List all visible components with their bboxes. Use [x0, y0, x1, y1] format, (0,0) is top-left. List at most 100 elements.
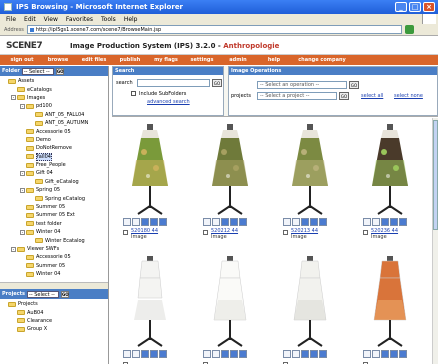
projects-select[interactable]: -- Select -- — [27, 290, 60, 298]
product-thumbnail[interactable] — [206, 124, 254, 216]
menu-help[interactable]: Help — [124, 16, 138, 23]
edit-icon[interactable] — [141, 218, 149, 226]
scrollbar-thumb[interactable] — [433, 120, 438, 230]
edit-icon[interactable] — [381, 218, 389, 226]
advanced-search-link[interactable]: advanced search — [147, 99, 190, 105]
flag-icon[interactable] — [239, 350, 247, 358]
info-icon[interactable] — [292, 350, 300, 358]
folder-tree-node[interactable]: Gift_eCatalog — [2, 178, 108, 186]
publish-icon[interactable] — [150, 218, 158, 226]
maximize-icon[interactable]: □ — [409, 2, 421, 12]
image-card[interactable] — [118, 252, 182, 364]
folder-tree-node[interactable]: - Spring 05 — [2, 186, 108, 194]
info-icon[interactable] — [132, 218, 140, 226]
info-icon[interactable] — [372, 218, 380, 226]
folder-select[interactable]: -- Select -- — [21, 67, 54, 75]
project-tree-node[interactable]: Projects — [2, 300, 108, 308]
folder-tree-node[interactable]: Summer 05 — [2, 203, 108, 211]
zoom-icon[interactable] — [203, 350, 211, 358]
flag-icon[interactable] — [399, 350, 407, 358]
zoom-icon[interactable] — [283, 350, 291, 358]
edit-icon[interactable] — [301, 218, 309, 226]
folder-tree-node[interactable]: - Viewer SWFs — [2, 245, 108, 253]
folder-tree-node[interactable]: eCatalogs — [2, 85, 108, 93]
zoom-icon[interactable] — [123, 218, 131, 226]
folder-tree-node[interactable]: Summer 05 — [2, 262, 108, 270]
folder-tree-node[interactable]: Winter 04 — [2, 270, 108, 278]
collapse-icon[interactable]: - — [20, 187, 25, 193]
menu-favorites[interactable]: Favorites — [66, 16, 93, 23]
publish-icon[interactable] — [150, 350, 158, 358]
publish-icon[interactable] — [230, 350, 238, 358]
operation-select[interactable]: -- Select an operation -- — [257, 81, 347, 89]
info-icon[interactable] — [292, 218, 300, 226]
product-thumbnail[interactable] — [366, 256, 414, 348]
project-tree-node[interactable]: AuB04 — [2, 308, 108, 316]
folder-tree-node[interactable]: fall04 — [2, 152, 108, 161]
folder-tree-node[interactable]: test folder — [2, 220, 108, 228]
product-thumbnail[interactable] — [366, 124, 414, 216]
zoom-icon[interactable] — [203, 218, 211, 226]
menu-tools[interactable]: Tools — [101, 16, 116, 23]
nav-my-flags[interactable]: my flags — [148, 57, 184, 63]
zoom-icon[interactable] — [283, 218, 291, 226]
nav-change-company[interactable]: change company — [292, 57, 352, 63]
publish-icon[interactable] — [310, 218, 318, 226]
minimize-icon[interactable]: _ — [395, 2, 407, 12]
project-tree-node[interactable]: Group X — [2, 325, 108, 333]
publish-icon[interactable] — [230, 218, 238, 226]
product-thumbnail[interactable] — [126, 256, 174, 348]
collapse-icon[interactable]: - — [20, 103, 25, 109]
publish-icon[interactable] — [390, 350, 398, 358]
folder-tree-node[interactable]: - Winter 04 — [2, 228, 108, 236]
folder-tree-node[interactable]: - Gift 04 — [2, 169, 108, 177]
menu-edit[interactable]: Edit — [24, 16, 36, 23]
image-card[interactable]: 520180 44 Image — [118, 120, 182, 248]
info-icon[interactable] — [132, 350, 140, 358]
flag-icon[interactable] — [399, 218, 407, 226]
nav-edit-files[interactable]: edit files — [76, 57, 112, 63]
image-card[interactable]: 520212 44 Image — [198, 120, 262, 248]
projects-go-button[interactable]: GO — [61, 290, 70, 298]
gallery-scrollbar[interactable] — [432, 118, 438, 364]
folder-tree-node[interactable]: Spring eCatalog — [2, 194, 108, 202]
address-input[interactable]: http://ipl5gs1.scene7.com/scene7/BrowseM… — [26, 25, 402, 34]
select-all-link[interactable]: select all — [361, 93, 383, 99]
search-input[interactable] — [137, 79, 210, 87]
image-card[interactable]: 520236 44 Image — [358, 120, 422, 248]
edit-icon[interactable] — [301, 350, 309, 358]
publish-icon[interactable] — [310, 350, 318, 358]
folder-tree-node[interactable]: - Images — [2, 94, 108, 102]
card-checkbox[interactable] — [203, 230, 208, 235]
nav-admin[interactable]: admin — [220, 57, 256, 63]
operation-go-button[interactable]: GO — [349, 81, 359, 89]
card-checkbox[interactable] — [283, 230, 288, 235]
select-none-link[interactable]: select none — [394, 93, 423, 99]
folder-tree-node[interactable]: Free_People — [2, 161, 108, 169]
edit-icon[interactable] — [221, 350, 229, 358]
product-thumbnail[interactable] — [286, 256, 334, 348]
zoom-icon[interactable] — [123, 350, 131, 358]
collapse-icon[interactable]: - — [20, 229, 25, 235]
zoom-icon[interactable] — [363, 218, 371, 226]
menu-file[interactable]: File — [6, 16, 16, 23]
info-icon[interactable] — [212, 218, 220, 226]
folder-tree-node[interactable]: ANT_05_AUTUMN — [2, 119, 108, 127]
nav-publish[interactable]: publish — [112, 57, 148, 63]
folder-tree-node[interactable]: ANT_05_FALL04 — [2, 111, 108, 119]
edit-icon[interactable] — [381, 350, 389, 358]
nav-settings[interactable]: settings — [184, 57, 220, 63]
image-card[interactable] — [198, 252, 262, 364]
collapse-icon[interactable]: - — [20, 170, 25, 176]
publish-icon[interactable] — [390, 218, 398, 226]
folder-scrollbar[interactable] — [0, 282, 108, 289]
edit-icon[interactable] — [141, 350, 149, 358]
search-go-button[interactable]: GO — [212, 79, 222, 87]
subfolders-checkbox[interactable] — [131, 91, 136, 96]
info-icon[interactable] — [372, 350, 380, 358]
product-thumbnail[interactable] — [286, 124, 334, 216]
product-thumbnail[interactable] — [206, 256, 254, 348]
folder-tree-node[interactable]: Accessorie 05 — [2, 253, 108, 261]
image-card[interactable]: 520213 44 Image — [278, 120, 342, 248]
close-icon[interactable]: × — [423, 2, 435, 12]
